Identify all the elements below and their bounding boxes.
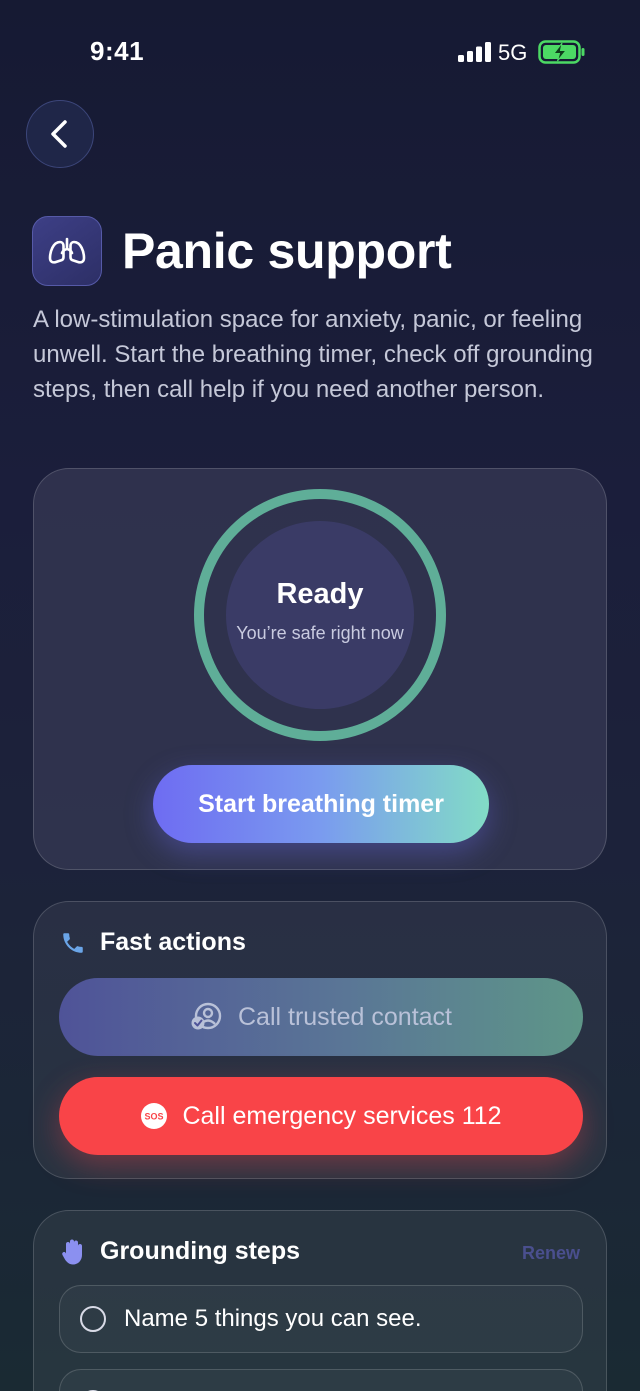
renew-button[interactable]: Renew [522, 1243, 580, 1264]
fast-actions-header: Fast actions [60, 928, 246, 957]
hand-icon [62, 1239, 82, 1264]
grounding-step-label: Name 5 things you can see. [124, 1305, 422, 1332]
battery-charging-icon [538, 40, 585, 64]
title-icon-container [32, 216, 102, 286]
call-trusted-contact-button[interactable]: Call trusted contact [59, 978, 583, 1056]
breathing-subtitle: You’re safe right now [236, 623, 404, 643]
network-label: 5G [498, 40, 528, 65]
breathing-ring: Ready You’re safe right now [194, 489, 446, 741]
call-emergency-button[interactable]: SOS Call emergency services 112 [59, 1077, 583, 1155]
breathing-status: Ready [276, 578, 364, 610]
grounding-card: Grounding steps Renew Name 5 things you … [33, 1210, 607, 1391]
back-button[interactable] [26, 100, 94, 168]
grounding-step[interactable] [59, 1369, 583, 1391]
chevron-left-icon [51, 120, 67, 148]
breathing-card: Ready You’re safe right now Start breath… [33, 468, 607, 870]
sos-icon: SOS [141, 1103, 168, 1129]
fast-actions-card: Fast actions Call trusted contact SOS Ca… [33, 901, 607, 1179]
lungs-icon [48, 237, 86, 264]
status-bar: 9:41 5G [0, 0, 640, 100]
fast-actions-title: Fast actions [100, 928, 246, 956]
start-breathing-button[interactable]: Start breathing timer [153, 765, 489, 843]
sos-badge-text: SOS [145, 1112, 164, 1122]
grounding-step[interactable]: Name 5 things you can see. [59, 1285, 583, 1353]
call-emergency-label: Call emergency services 112 [182, 1101, 502, 1130]
page-description: A low-stimulation space for anxiety, pan… [33, 306, 593, 403]
phone-icon [63, 932, 83, 953]
contact-check-icon [191, 1002, 222, 1030]
call-trusted-contact-label: Call trusted contact [238, 1002, 452, 1031]
signal-icon [458, 42, 491, 62]
page-title: Panic support [122, 223, 452, 279]
grounding-header: Grounding steps [60, 1237, 300, 1266]
breathing-core: Ready You’re safe right now [226, 521, 414, 709]
grounding-title: Grounding steps [100, 1237, 300, 1265]
step-checkbox[interactable] [80, 1306, 106, 1332]
status-time: 9:41 [90, 36, 145, 66]
